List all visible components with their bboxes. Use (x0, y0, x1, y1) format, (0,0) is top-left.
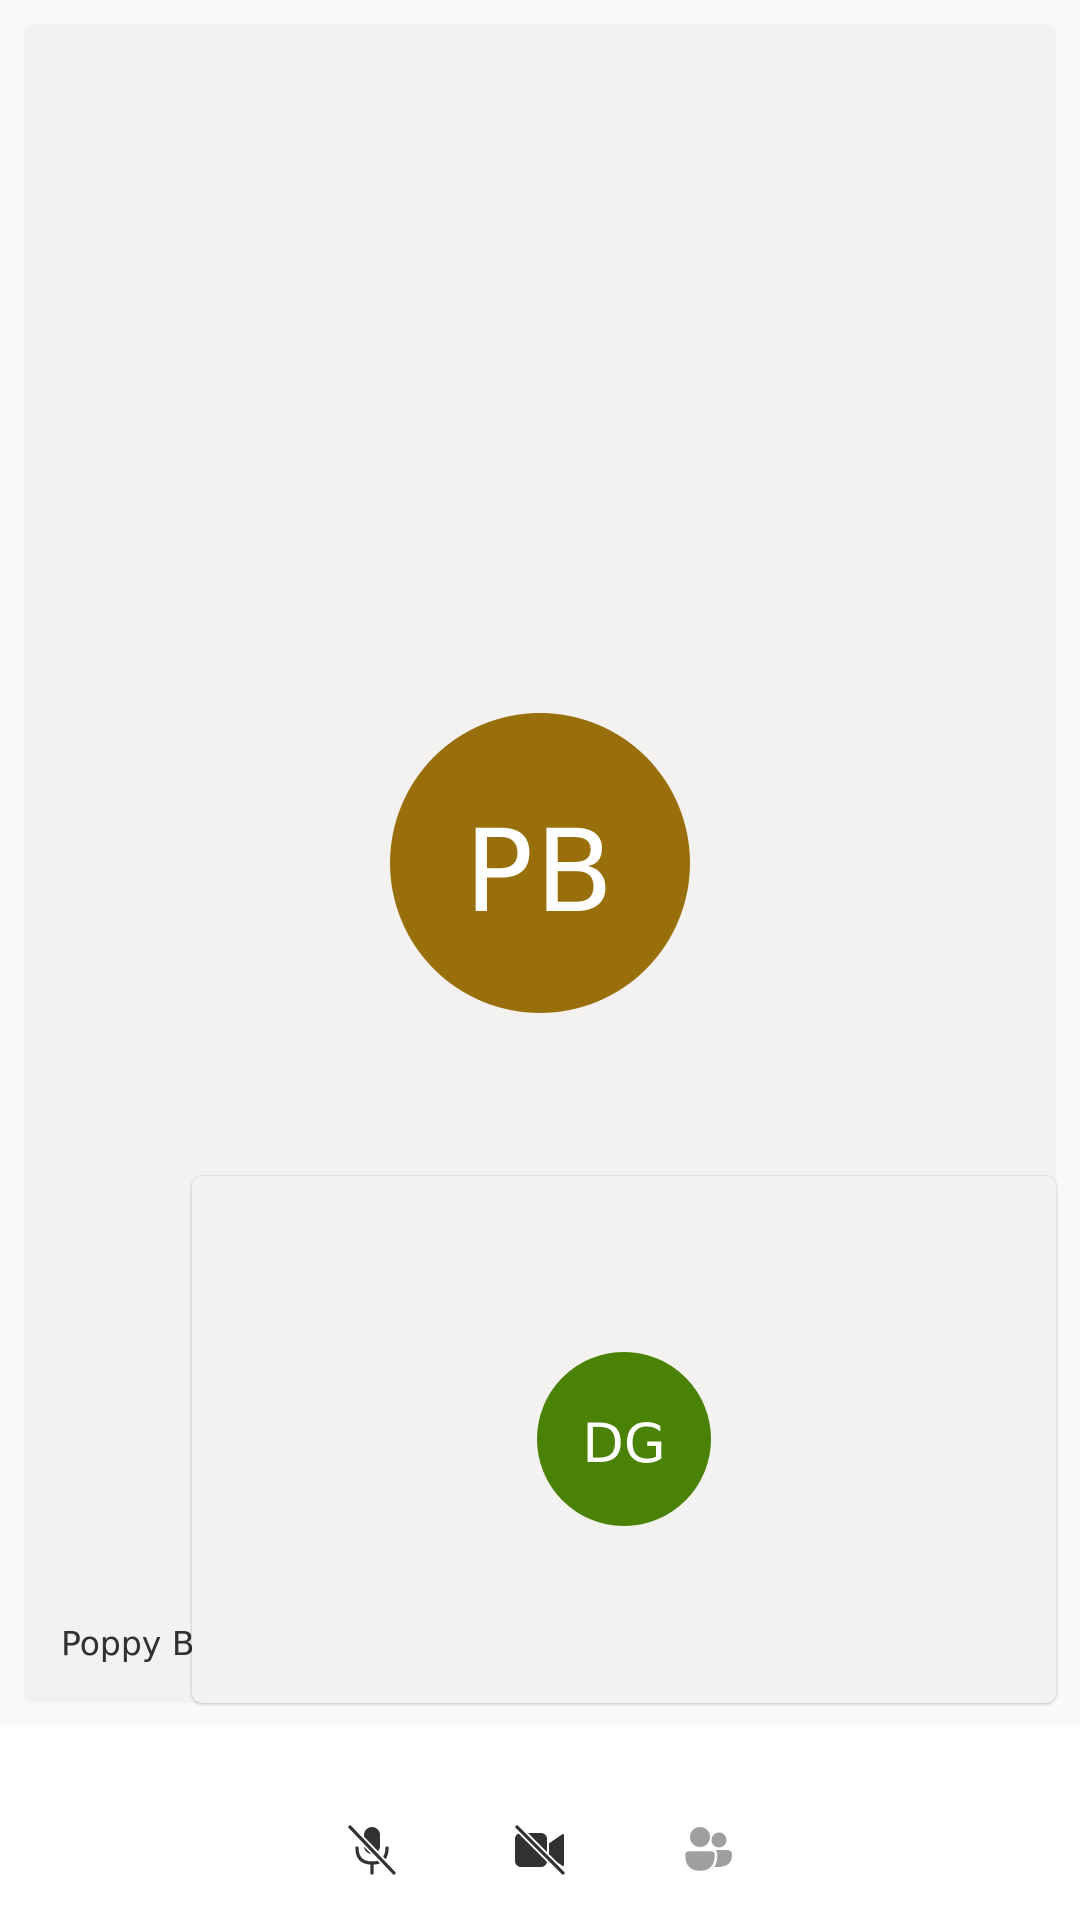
mic-off-icon (346, 1824, 398, 1876)
mute-toggle-button[interactable] (334, 1815, 410, 1885)
camera-toggle-button[interactable] (502, 1815, 578, 1885)
self-initials: DG (582, 1411, 666, 1475)
self-preview-tile[interactable]: DG (192, 1176, 1056, 1703)
main-participant-avatar: PB (390, 713, 690, 1013)
participants-button[interactable] (670, 1815, 746, 1885)
self-avatar: DG (537, 1352, 711, 1526)
call-controls-bar (0, 1727, 1080, 1920)
video-off-icon (513, 1825, 567, 1875)
main-participant-name: Poppy B (61, 1624, 195, 1663)
people-icon (682, 1827, 732, 1874)
call-stage: PB Poppy B DG (0, 0, 1080, 1727)
main-participant-initials: PB (464, 804, 616, 938)
